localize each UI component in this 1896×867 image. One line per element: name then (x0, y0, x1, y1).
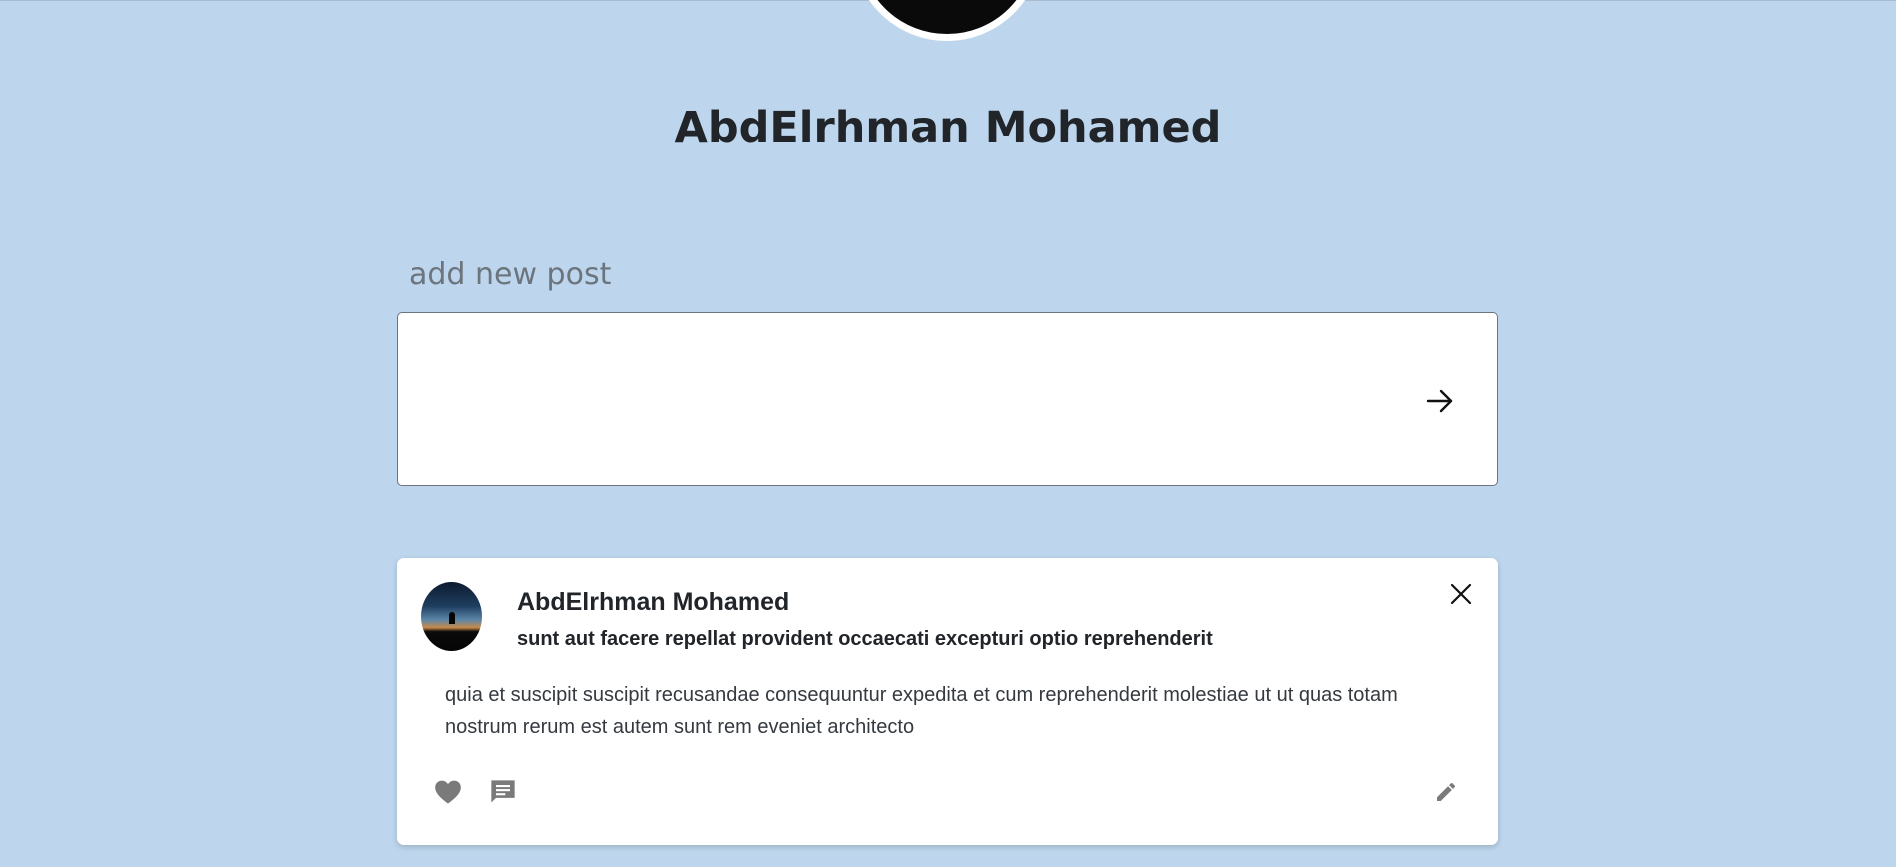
new-post-box (397, 312, 1498, 486)
post-body: quia et suscipit suscipit recusandae con… (445, 684, 1398, 738)
profile-name: AbdElrhman Mohamed (674, 103, 1222, 153)
comment-icon (491, 780, 515, 803)
post-card: AbdElrhman Mohamed sunt aut facere repel… (397, 558, 1498, 845)
new-post-label: add new post (409, 257, 612, 292)
post-author-name: AbdElrhman Mohamed (517, 588, 790, 616)
new-post-input[interactable] (418, 333, 1402, 467)
heart-icon (435, 780, 461, 804)
comment-button[interactable] (487, 776, 519, 808)
profile-avatar (852, 0, 1042, 41)
delete-post-button[interactable] (1447, 580, 1475, 608)
pencil-icon (1437, 782, 1456, 801)
close-icon (1450, 583, 1472, 605)
submit-post-button[interactable] (1422, 383, 1458, 419)
edit-post-button[interactable] (1430, 776, 1462, 808)
post-title: sunt aut facere repellat provident occae… (517, 628, 1213, 650)
post-author-avatar (421, 582, 482, 651)
arrow-right-icon (1426, 389, 1453, 413)
like-button[interactable] (432, 776, 464, 808)
